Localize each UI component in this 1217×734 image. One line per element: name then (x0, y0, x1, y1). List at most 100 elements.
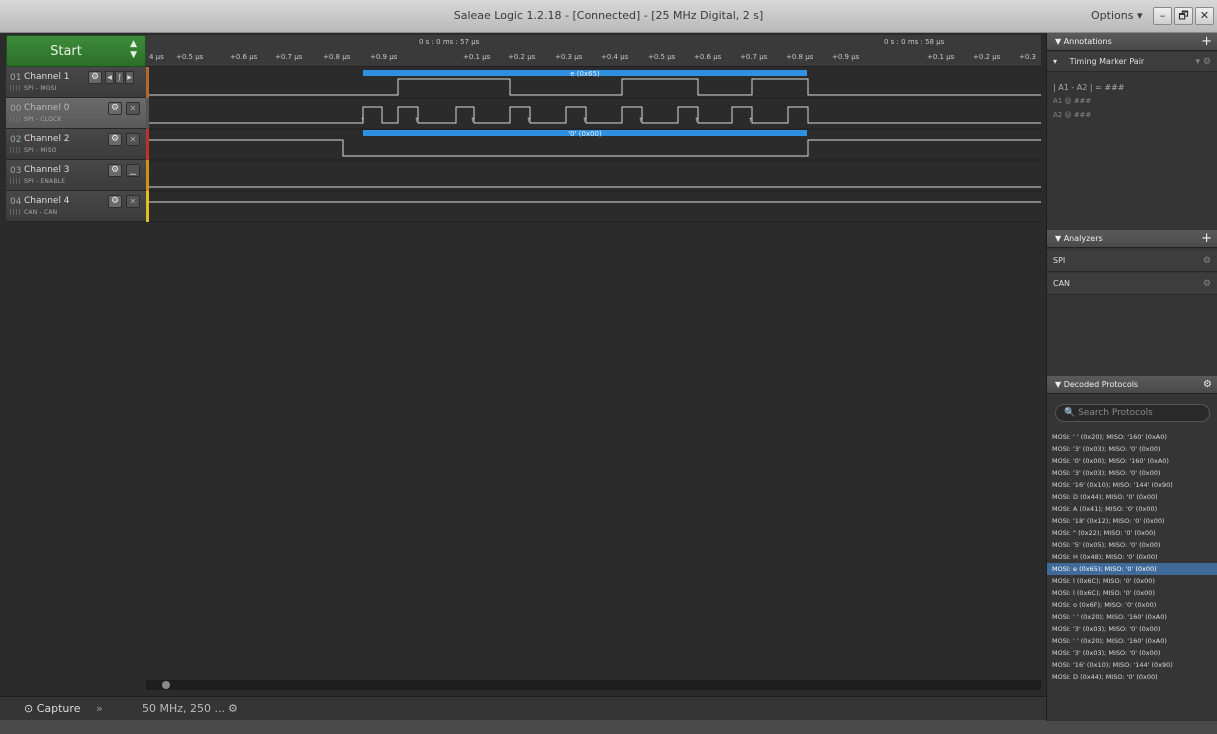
trigger-edge-icon[interactable]: ƒ (115, 71, 124, 84)
annotations-header[interactable]: ▼ Annotations + (1047, 33, 1217, 51)
horizontal-scrollbar[interactable] (146, 680, 1041, 690)
decoded-protocol-row[interactable]: MOSI: '3' (0x03); MISO: '0' (0x00) (1047, 623, 1217, 635)
drag-grip-icon[interactable] (10, 85, 20, 91)
decoded-protocol-row[interactable]: MOSI: '5' (0x05); MISO: '0' (0x00) (1047, 539, 1217, 551)
restore-button[interactable]: 🗗 (1174, 7, 1193, 25)
decoded-protocol-row[interactable]: MOSI: '3' (0x03); MISO: '0' (0x00) (1047, 443, 1217, 455)
gear-icon[interactable]: ⚙ (1203, 250, 1211, 272)
channel-row-4[interactable]: 04 Channel 4 CAN - CAN ⚙ ✕ (6, 191, 146, 222)
channel-name[interactable]: Channel 0 (24, 103, 70, 113)
analyzer-can[interactable]: CAN ⚙ (1047, 273, 1217, 295)
decoded-protocol-row[interactable]: MOSI: o (0x6F); MISO: '0' (0x00) (1047, 599, 1217, 611)
drag-grip-icon[interactable] (10, 178, 20, 184)
trigger-off-icon[interactable]: ✕ (126, 195, 140, 208)
channel-row-2[interactable]: 02 Channel 2 SPI - MISO ⚙ ✕ (6, 129, 146, 160)
decoded-protocol-row[interactable]: MOSI: D (0x44); MISO: '0' (0x00) (1047, 671, 1217, 683)
filter-icon[interactable]: ▾ (1053, 57, 1057, 66)
decoded-protocol-row[interactable]: MOSI: ' ' (0x20); MISO: '160' (0xA0) (1047, 431, 1217, 443)
drag-grip-icon[interactable] (10, 116, 20, 122)
capture-tab-label: Capture (36, 702, 81, 715)
svg-text:↑: ↑ (414, 117, 419, 124)
decoded-protocol-row[interactable]: MOSI: ' ' (0x20); MISO: '160' (0xA0) (1047, 635, 1217, 647)
channel-name[interactable]: Channel 2 (24, 134, 70, 144)
drag-grip-icon[interactable] (10, 147, 20, 153)
sample-rate-tab[interactable]: 50 MHz, 250 ... (142, 702, 225, 722)
gear-icon[interactable]: ⚙ (1203, 376, 1212, 394)
decoded-protocol-row[interactable]: MOSI: '3' (0x03); MISO: '0' (0x00) (1047, 647, 1217, 659)
drag-grip-icon[interactable] (10, 209, 20, 215)
channel-name[interactable]: Channel 1 (24, 72, 70, 82)
options-menu-button[interactable]: Options ▾ (1091, 9, 1142, 22)
tick-label: +0.7 µs (740, 53, 768, 61)
analyzer-label: SPI (1053, 256, 1066, 265)
tick-label: +0.1 µs (463, 53, 491, 61)
minimize-button[interactable]: – (1153, 7, 1172, 25)
gear-icon[interactable]: ⚙ (1203, 273, 1211, 295)
gear-icon[interactable]: ⚙ (108, 133, 122, 146)
decoded-protocol-row[interactable]: MOSI: D (0x44); MISO: '0' (0x00) (1047, 491, 1217, 503)
gear-icon[interactable]: ▾ ⚙ (1196, 52, 1211, 72)
mosi-decode-label: e (0x65) (570, 70, 600, 78)
start-options-arrows[interactable]: ▲ ▼ (130, 39, 137, 61)
tick-label: +0.1 µs (927, 53, 955, 61)
channel-row-1[interactable]: 01 Channel 1 SPI - MOSI ⚙ ◀ ƒ ▶ (6, 67, 146, 98)
trigger-off-icon[interactable]: ✕ (126, 133, 140, 146)
decoded-protocols-header[interactable]: ▼ Decoded Protocols ⚙ (1047, 376, 1217, 394)
marker-delta: | A1 - A2 | = ### (1053, 83, 1125, 92)
right-panel: ▼ Annotations + ▾ Timing Marker Pair ▾ ⚙… (1046, 33, 1217, 721)
gear-icon[interactable]: ⚙ (108, 195, 122, 208)
waveform-view[interactable]: e (0x65) ↑ ↑ ↑ ↑ ↑ ↑ ↑ ↑ '0' (0x00) (146, 67, 1041, 679)
tick-label: +0.7 µs (275, 53, 303, 61)
channel-4-color-bar (146, 191, 149, 222)
gear-icon[interactable]: ⚙ (228, 702, 238, 722)
analyzers-title: ▼ Analyzers (1055, 234, 1103, 243)
expand-tabs-icon[interactable]: » (96, 702, 103, 722)
decoded-protocol-row[interactable]: MOSI: '0' (0x00); MISO: '160' (0xA0) (1047, 455, 1217, 467)
gear-icon[interactable]: ⚙ (108, 164, 122, 177)
trigger-off-icon[interactable]: ✕ (126, 102, 140, 115)
tick-label: +0.8 µs (786, 53, 814, 61)
decoded-protocols-list[interactable]: MOSI: ' ' (0x20); MISO: '160' (0xA0) MOSI… (1047, 431, 1217, 683)
decoded-protocol-row[interactable]: MOSI: '3' (0x03); MISO: '0' (0x00) (1047, 467, 1217, 479)
tick-label: +0.2 µs (973, 53, 1001, 61)
gear-icon[interactable]: ⚙ (88, 71, 102, 84)
channel-name[interactable]: Channel 3 (24, 165, 70, 175)
timing-marker-row[interactable]: ▾ Timing Marker Pair ▾ ⚙ (1047, 52, 1217, 72)
channel-number: 02 (10, 135, 22, 145)
analyzers-header[interactable]: ▼ Analyzers + (1047, 230, 1217, 248)
decoded-protocol-row[interactable]: MOSI: l (0x6C); MISO: '0' (0x00) (1047, 587, 1217, 599)
next-edge-icon[interactable]: ▶ (125, 71, 134, 84)
channel-analyzer-label: SPI - ENABLE (24, 178, 66, 185)
prev-edge-icon[interactable]: ◀ (105, 71, 114, 84)
channel-row-3[interactable]: 03 Channel 3 SPI - ENABLE ⚙ ▁ (6, 160, 146, 191)
capture-tab[interactable]: ⊙ Capture (24, 702, 80, 722)
decoded-protocol-row[interactable]: MOSI: H (0x48); MISO: '0' (0x00) (1047, 551, 1217, 563)
window-title: Saleae Logic 1.2.18 - [Connected] - [25 … (453, 9, 764, 22)
decoded-protocol-row[interactable]: MOSI: ' ' (0x20); MISO: '160' (0xA0) (1047, 611, 1217, 623)
gear-icon[interactable]: ⚙ (108, 102, 122, 115)
waveform-background (146, 67, 1041, 679)
scroll-thumb[interactable] (162, 681, 170, 689)
decoded-protocol-row[interactable]: MOSI: A (0x41); MISO: '0' (0x00) (1047, 503, 1217, 515)
search-protocols-input[interactable]: 🔍 Search Protocols (1055, 404, 1210, 422)
decoded-protocol-row[interactable]: MOSI: e (0x65); MISO: '0' (0x00) (1047, 563, 1217, 575)
time-ruler[interactable]: 0 s : 0 ms : 57 µs 0 s : 0 ms : 58 µs 4 … (146, 35, 1041, 67)
svg-text:↑: ↑ (694, 117, 699, 124)
trigger-low-icon[interactable]: ▁ (126, 164, 140, 177)
channel-row-0[interactable]: 00 Channel 0 SPI - CLOCK ⚙ ✕ (6, 98, 146, 129)
decoded-protocol-row[interactable]: MOSI: l (0x6C); MISO: '0' (0x00) (1047, 575, 1217, 587)
decoded-protocol-row[interactable]: MOSI: '16' (0x10); MISO: '144' (0x90) (1047, 659, 1217, 671)
close-button[interactable]: ✕ (1195, 7, 1214, 25)
decoded-protocol-row[interactable]: MOSI: '16' (0x10); MISO: '144' (0x90) (1047, 479, 1217, 491)
channel-number: 00 (10, 104, 22, 114)
svg-text:↑: ↑ (748, 117, 753, 124)
decoded-protocol-row[interactable]: MOSI: '18' (0x12); MISO: '0' (0x00) (1047, 515, 1217, 527)
start-button[interactable]: Start ▲ ▼ (6, 35, 146, 67)
channel-analyzer-label: SPI - MISO (24, 147, 57, 154)
decoded-protocol-row[interactable]: MOSI: " (0x22); MISO: '0' (0x00) (1047, 527, 1217, 539)
channel-name[interactable]: Channel 4 (24, 196, 70, 206)
analyzer-spi[interactable]: SPI ⚙ (1047, 250, 1217, 272)
marker-a1: A1 @ ### (1053, 97, 1092, 105)
add-annotation-icon[interactable]: + (1201, 33, 1212, 51)
add-analyzer-icon[interactable]: + (1201, 230, 1212, 248)
